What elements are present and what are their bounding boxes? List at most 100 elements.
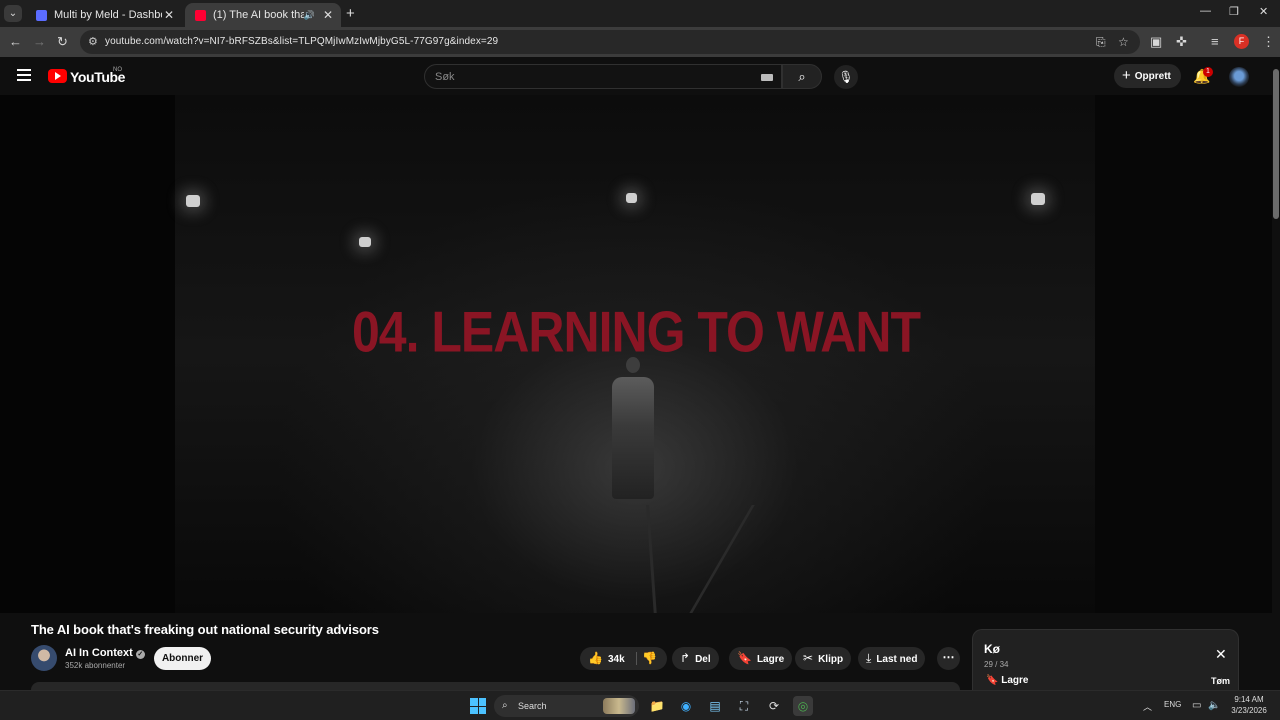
tab-title: (1) The AI book that's freaki (213, 9, 304, 21)
install-app-icon[interactable]: ⎘ (1096, 35, 1106, 50)
photos-app-icon[interactable]: ⛶ (734, 696, 754, 716)
search-highlight-image (603, 698, 635, 714)
windows-start-icon[interactable] (470, 698, 486, 714)
scrollbar-thumb[interactable] (1273, 69, 1279, 219)
site-info-icon[interactable]: ⚙ (88, 35, 98, 48)
region-code: NO (113, 67, 122, 73)
video-title: The AI book that's freaking out national… (31, 622, 379, 637)
like-count: 34k (607, 654, 625, 665)
clip-button[interactable]: ✂ Klipp (795, 647, 852, 670)
chrome-app-icon[interactable]: ◎ (793, 696, 813, 716)
tab-youtube-video[interactable]: (1) The AI book that's freaki 🔊 ✕ (185, 3, 341, 27)
file-explorer-icon[interactable]: 📁 (647, 696, 667, 716)
youtube-logo-icon[interactable] (48, 69, 67, 83)
search-input[interactable]: Søk (424, 64, 782, 89)
queue-save-label: Lagre (1001, 675, 1029, 686)
light-fixture (626, 193, 637, 203)
standing-figure (612, 377, 654, 499)
store-app-icon[interactable]: ▤ (705, 696, 725, 716)
network-icon[interactable]: ▭ (1192, 700, 1201, 711)
tab-title: Multi by Meld - Dashboard. (54, 9, 162, 21)
taskbar-search-label: Search (518, 701, 547, 711)
profile-avatar[interactable]: F (1234, 34, 1249, 49)
guide-menu-icon[interactable] (17, 69, 31, 84)
save-label: Lagre (756, 654, 785, 665)
keyboard-icon[interactable] (761, 74, 773, 81)
search-icon: ⌕ (798, 69, 806, 84)
back-arrow-icon[interactable]: ← (9, 34, 22, 49)
system-clock[interactable]: 9:14 AM 3/23/2026 (1226, 694, 1272, 716)
input-language[interactable]: ENG (1164, 700, 1181, 709)
bookmark-star-icon[interactable]: ☆ (1118, 35, 1129, 49)
bookmark-icon: 🔖 (737, 651, 752, 665)
dislike-button[interactable]: 👎 (642, 647, 662, 671)
chrome-menu-icon[interactable]: ⋮ (1262, 34, 1275, 50)
like-divider (636, 652, 637, 665)
queue-panel: Kø 29 / 34 ✕ 🔖 Lagre Tøm (972, 629, 1239, 690)
voice-search-mic-icon[interactable]: 🎙 (834, 65, 858, 89)
url-text: youtube.com/watch?v=NI7-bRFSZBs&list=TLP… (105, 36, 499, 47)
light-fixture (359, 237, 371, 247)
download-button[interactable]: ⤓ Last ned (858, 647, 926, 670)
notification-badge: 1 (1203, 67, 1213, 77)
channel-avatar[interactable] (31, 645, 57, 671)
meld-favicon-icon (36, 9, 47, 21)
minimize-icon[interactable]: — (1200, 5, 1211, 17)
reload-icon[interactable]: ↻ (57, 34, 68, 50)
channel-name-text: AI In Context (65, 647, 133, 659)
description-box[interactable] (31, 682, 960, 690)
create-button[interactable]: + Opprett (1114, 64, 1181, 88)
close-tab-icon[interactable]: ✕ (162, 8, 176, 22)
clock-time: 9:14 AM (1234, 695, 1264, 704)
queue-save-button[interactable]: 🔖 Lagre (986, 675, 1028, 686)
browser-tab-strip: ⌄ Multi by Meld - Dashboard. ✕ (1) The A… (0, 0, 1280, 27)
queue-position: 29 / 34 (984, 660, 1009, 669)
save-button[interactable]: 🔖 Lagre (729, 647, 793, 670)
queue-title: Kø (984, 642, 1000, 656)
restore-icon[interactable]: ❐ (1229, 5, 1239, 18)
share-button[interactable]: ↱ Del (672, 647, 719, 670)
chapter-overlay-title: 04. LEARNING TO WANT (351, 299, 921, 365)
media-controls-icon[interactable]: ≡ (1211, 34, 1219, 49)
address-bar[interactable]: ⚙ youtube.com/watch?v=NI7-bRFSZBs&list=T… (80, 30, 1140, 54)
close-tab-icon[interactable]: ✕ (321, 8, 335, 22)
thumbs-down-icon: 👎 (642, 651, 657, 665)
page-scrollbar[interactable] (1272, 57, 1280, 690)
edge-browser-icon[interactable]: ◉ (676, 696, 696, 716)
account-avatar[interactable] (1229, 67, 1249, 87)
tab-search-chevron-icon[interactable]: ⌄ (4, 5, 22, 22)
subscriber-count: 352k abonnenter (65, 661, 126, 670)
video-player[interactable]: 04. LEARNING TO WANT (0, 95, 1272, 613)
audio-playing-icon[interactable]: 🔊 (304, 10, 315, 21)
forward-arrow-icon[interactable]: → (33, 34, 46, 49)
download-label: Last ned (876, 654, 918, 665)
subscribe-button[interactable]: Abonner (154, 647, 211, 670)
tray-overflow-chevron-icon[interactable]: ︿ (1143, 700, 1152, 713)
channel-name[interactable]: AI In Context ✓ (65, 647, 145, 659)
extensions-puzzle-icon[interactable]: ✜ (1176, 34, 1187, 50)
new-tab-icon[interactable]: + (346, 5, 355, 22)
clip-label: Klipp (818, 654, 844, 665)
windows-taskbar: ⌕ Search 📁 ◉ ▤ ⛶ ⟳ ◎ ︿ ENG ▭ 🔈 9:14 AM 3… (0, 690, 1280, 720)
queue-close-icon[interactable]: ✕ (1215, 646, 1227, 663)
plus-icon: + (1122, 67, 1131, 84)
taskbar-search[interactable]: ⌕ Search (494, 695, 639, 717)
clock-date: 3/23/2026 (1231, 706, 1267, 715)
more-actions-icon[interactable]: ⋯ (937, 647, 960, 670)
scissors-icon: ✂ (803, 651, 814, 665)
activity-app-icon[interactable]: ⟳ (764, 696, 784, 716)
queue-clear-button[interactable]: Tøm (1211, 676, 1230, 686)
like-button[interactable]: 👍 34k (588, 651, 625, 665)
light-fixture (1031, 193, 1045, 205)
like-dislike-group: 👍 34k 👎 (580, 647, 667, 670)
volume-icon[interactable]: 🔈 (1208, 700, 1220, 711)
tab-multi-dashboard[interactable]: Multi by Meld - Dashboard. ✕ (26, 3, 182, 27)
search-button[interactable]: ⌕ (782, 64, 822, 89)
browser-toolbar: ← → ↻ ⚙ youtube.com/watch?v=NI7-bRFSZBs&… (0, 27, 1280, 57)
search-icon: ⌕ (502, 700, 508, 711)
tab-groups-icon[interactable]: ▣ (1150, 34, 1162, 50)
create-label: Opprett (1134, 71, 1171, 82)
thumbs-up-icon: 👍 (588, 651, 603, 665)
window-close-icon[interactable]: ✕ (1259, 5, 1268, 18)
youtube-favicon-icon (195, 9, 206, 21)
